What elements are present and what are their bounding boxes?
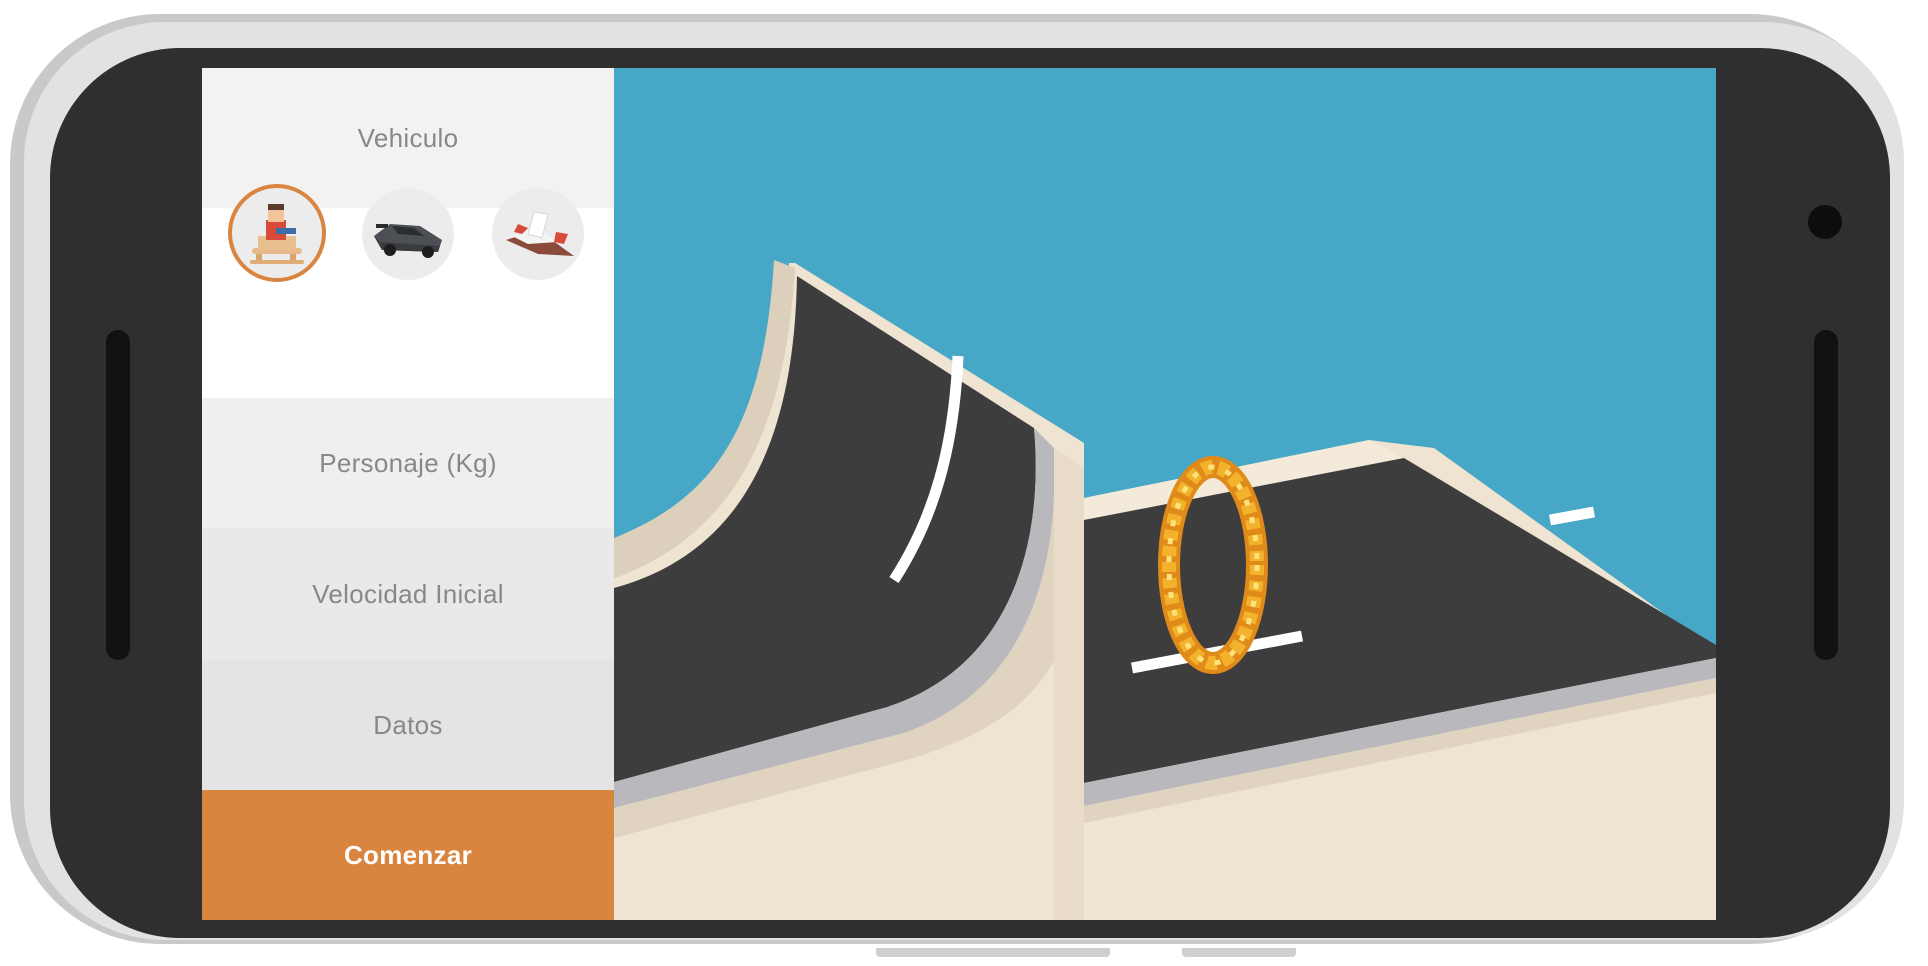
volume-button	[876, 948, 1110, 957]
settings-panel: Vehiculo Personaje (Kg) Velocidad Inicia…	[202, 68, 614, 920]
speaker-grille-right	[1814, 330, 1838, 660]
data-row[interactable]: Datos	[202, 660, 614, 790]
game-scene[interactable]	[614, 68, 1716, 920]
ramp-side	[1054, 448, 1084, 920]
vehicle-option-car[interactable]	[362, 188, 454, 280]
start-button[interactable]: Comenzar	[202, 790, 614, 920]
power-button	[1182, 948, 1296, 957]
vehicle-option-sled[interactable]	[228, 184, 326, 282]
initial-speed-row[interactable]: Velocidad Inicial	[202, 528, 614, 660]
character-weight-label: Personaje (Kg)	[319, 447, 497, 478]
app-screen: Vehiculo Personaje (Kg) Velocidad Inicia…	[202, 68, 1716, 920]
start-button-label: Comenzar	[343, 839, 473, 870]
sled-rider-icon	[250, 204, 304, 264]
vehicle-header-label: Vehiculo	[357, 122, 459, 153]
data-label: Datos	[373, 709, 443, 740]
airplane-icon	[506, 211, 574, 256]
initial-speed-label: Velocidad Inicial	[312, 578, 504, 609]
speaker-grille-left	[106, 330, 130, 660]
vehicle-option-airplane[interactable]	[492, 188, 584, 280]
device-frame: Vehiculo Personaje (Kg) Velocidad Inicia…	[0, 0, 1928, 966]
front-camera	[1808, 205, 1842, 239]
character-weight-row[interactable]: Personaje (Kg)	[202, 398, 614, 528]
car-icon	[374, 224, 442, 258]
